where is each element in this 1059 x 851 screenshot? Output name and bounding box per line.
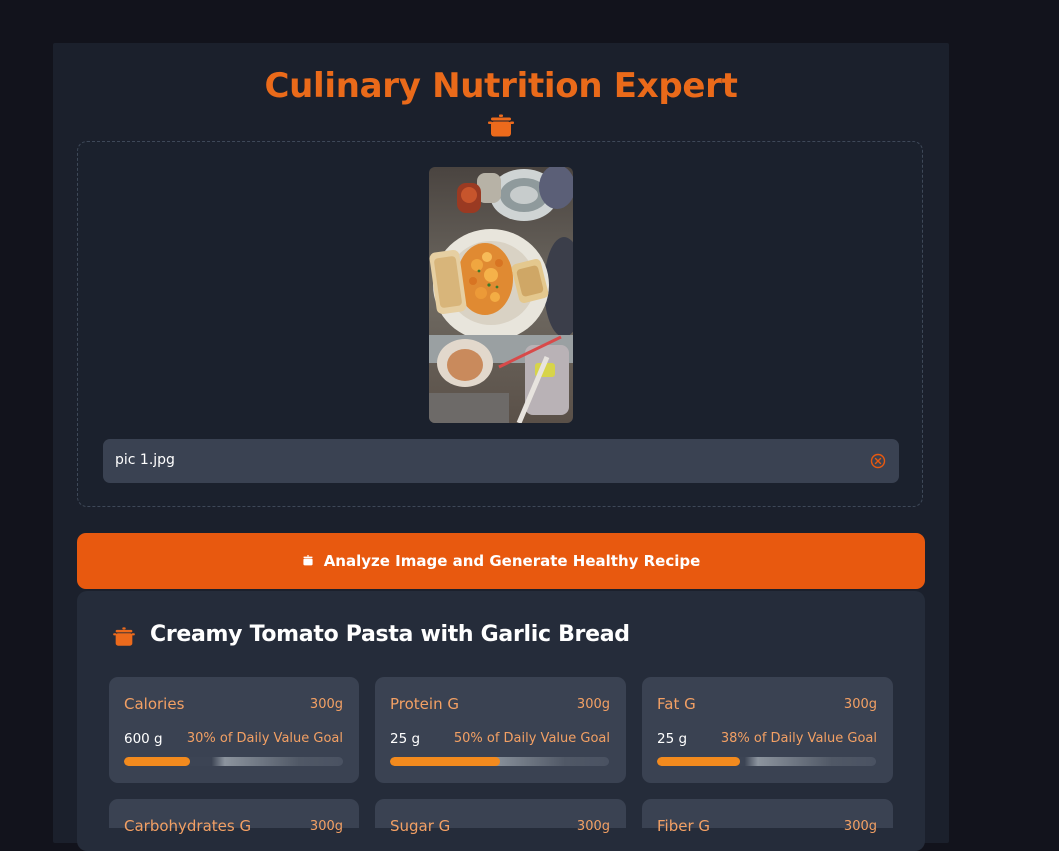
nutrient-card-fat: Fat G 300g 25 g 38% of Daily Value Goal bbox=[642, 677, 893, 783]
nutrient-goal: 50% of Daily Value Goal bbox=[453, 731, 610, 746]
app-title: Culinary Nutrition Expert bbox=[264, 66, 738, 106]
nutrient-card-calories: Calories 300g 600 g 30% of Daily Value G… bbox=[109, 677, 359, 783]
cooking-pot-icon bbox=[488, 114, 514, 138]
nutrient-name: Protein G bbox=[390, 695, 459, 713]
nutrient-card-sugar: Sugar G 300g bbox=[375, 799, 626, 835]
nutrient-card-protein: Protein G 300g 25 g 50% of Daily Value G… bbox=[375, 677, 626, 783]
nutrient-goal: 38% of Daily Value Goal bbox=[720, 731, 877, 746]
nutrient-goal: 30% of Daily Value Goal bbox=[186, 731, 343, 746]
nutrient-serving: 300g bbox=[843, 819, 877, 834]
nutrient-name: Sugar G bbox=[390, 817, 451, 835]
cooking-pot-icon bbox=[302, 555, 314, 566]
nutrient-name: Fiber G bbox=[657, 817, 711, 835]
uploaded-file-bar: pic 1.jpg bbox=[103, 439, 899, 483]
nutrient-serving: 300g bbox=[309, 819, 343, 834]
recipe-title: Creamy Tomato Pasta with Garlic Bread bbox=[150, 622, 630, 647]
nutrient-amount: 25 g bbox=[390, 731, 421, 747]
nutrient-card-carbohydrates: Carbohydrates G 300g bbox=[109, 799, 359, 835]
nutrient-card-fiber: Fiber G 300g bbox=[642, 799, 893, 835]
food-photo bbox=[429, 167, 573, 423]
nutrient-name: Carbohydrates G bbox=[124, 817, 252, 835]
close-circle-icon[interactable] bbox=[870, 453, 886, 469]
progress-fill bbox=[657, 757, 741, 766]
nutrient-name: Fat G bbox=[657, 695, 696, 713]
progress-track bbox=[657, 757, 876, 766]
analyze-button[interactable]: Analyze Image and Generate Healthy Recip… bbox=[77, 533, 925, 589]
file-name: pic 1.jpg bbox=[115, 452, 175, 468]
nutrient-serving: 300g bbox=[576, 819, 610, 834]
nutrient-serving: 300g bbox=[309, 697, 343, 712]
analyze-button-label: Analyze Image and Generate Healthy Recip… bbox=[323, 551, 701, 570]
nutrient-amount: 25 g bbox=[657, 731, 688, 747]
nutrient-name: Calories bbox=[124, 695, 185, 713]
nutrient-amount: 600 g bbox=[124, 731, 163, 747]
nutrient-serving: 300g bbox=[843, 697, 877, 712]
progress-fill bbox=[390, 757, 500, 766]
progress-track bbox=[124, 757, 343, 766]
progress-track bbox=[390, 757, 609, 766]
progress-fill bbox=[124, 757, 190, 766]
nutrient-serving: 300g bbox=[576, 697, 610, 712]
cooking-pot-icon bbox=[113, 627, 135, 647]
